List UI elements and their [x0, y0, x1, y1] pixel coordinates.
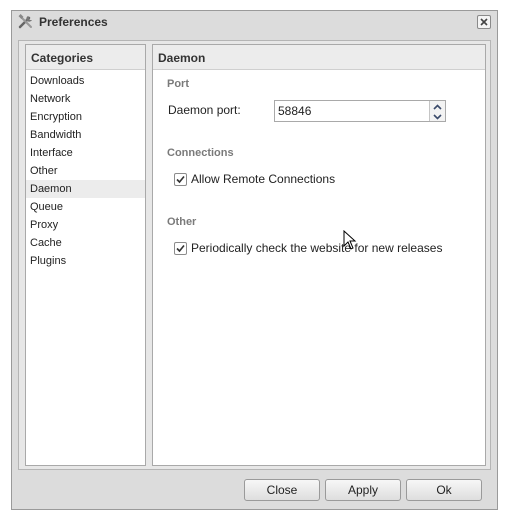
checkmark-icon [176, 244, 185, 253]
category-proxy[interactable]: Proxy [26, 216, 145, 234]
mouse-cursor-icon [343, 230, 357, 250]
daemon-port-value[interactable]: 58846 [278, 104, 311, 118]
category-network[interactable]: Network [26, 90, 145, 108]
daemon-port-spinner[interactable]: 58846 [274, 100, 446, 122]
window-title: Preferences [39, 15, 108, 29]
spin-up-button[interactable] [430, 101, 445, 111]
category-bandwidth[interactable]: Bandwidth [26, 126, 145, 144]
category-cache[interactable]: Cache [26, 234, 145, 252]
tools-icon [18, 14, 32, 29]
ok-button[interactable]: Ok [406, 479, 482, 501]
check-releases-label[interactable]: Periodically check the website for new r… [191, 241, 442, 255]
apply-button[interactable]: Apply [325, 479, 401, 501]
categories-panel: Categories Downloads Network Encryption … [25, 44, 146, 466]
allow-remote-label[interactable]: Allow Remote Connections [191, 172, 335, 186]
daemon-panel: Daemon Port Daemon port: 58846 Connectio… [152, 44, 486, 466]
other-section-label: Other [167, 216, 197, 228]
category-queue[interactable]: Queue [26, 198, 145, 216]
category-downloads[interactable]: Downloads [26, 72, 145, 90]
close-window-button[interactable] [477, 15, 491, 29]
title-bar[interactable]: Preferences [12, 11, 497, 33]
content-area: Categories Downloads Network Encryption … [18, 40, 491, 470]
close-icon [480, 18, 488, 26]
daemon-header: Daemon [153, 45, 485, 70]
category-plugins[interactable]: Plugins [26, 252, 145, 270]
category-encryption[interactable]: Encryption [26, 108, 145, 126]
preferences-dialog: Preferences Categories Downloads Network… [11, 10, 498, 510]
spinner-buttons [429, 101, 445, 121]
category-other[interactable]: Other [26, 162, 145, 180]
spin-down-button[interactable] [430, 111, 445, 121]
chevron-down-icon [433, 114, 442, 120]
port-section-label: Port [167, 78, 189, 90]
connections-section-label: Connections [167, 147, 234, 159]
checkmark-icon [176, 175, 185, 184]
categories-header: Categories [26, 45, 145, 70]
allow-remote-checkbox[interactable] [174, 173, 187, 186]
check-releases-checkbox[interactable] [174, 242, 187, 255]
category-daemon[interactable]: Daemon [26, 180, 145, 198]
category-interface[interactable]: Interface [26, 144, 145, 162]
close-button[interactable]: Close [244, 479, 320, 501]
daemon-port-label: Daemon port: [168, 103, 241, 117]
